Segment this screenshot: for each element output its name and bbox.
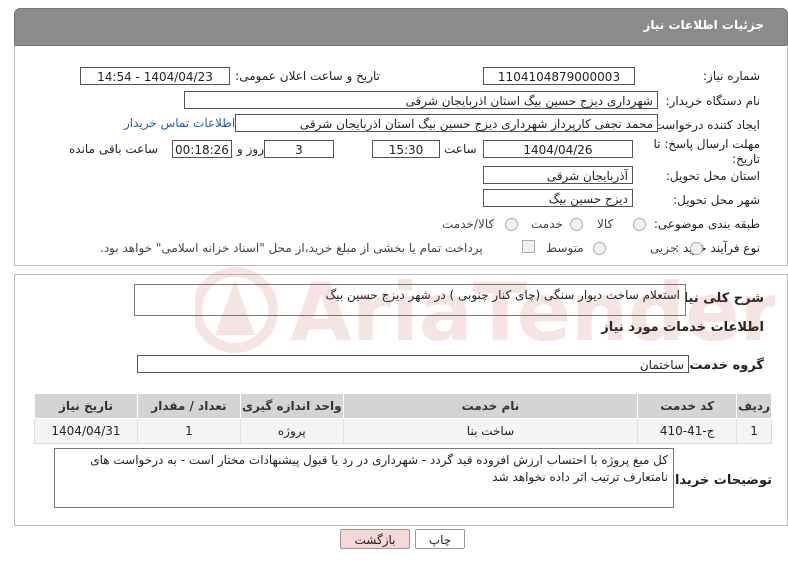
cell-row: 1	[736, 418, 772, 444]
creator-label: ایجاد کننده درخواست:	[649, 118, 760, 132]
col-name: نام خدمت	[342, 393, 639, 419]
cell-date: 1404/04/31	[34, 418, 138, 444]
deadline-date-field: 1404/04/26	[483, 140, 633, 158]
days-field: 3	[264, 140, 334, 158]
cell-unit: پروژه	[239, 418, 344, 444]
process-option-minor: جزیی	[650, 241, 678, 255]
buyer-field: شهرداری دیزج حسین بیگ استان اذربایجان شر…	[184, 91, 658, 109]
col-quantity: تعداد / مقدار	[137, 393, 241, 419]
process-radio-medium[interactable]	[593, 242, 606, 255]
province-label: استان محل تحویل:	[665, 169, 760, 183]
back-button[interactable]: بازگشت	[340, 529, 410, 549]
announce-label: تاریخ و ساعت اعلان عمومی:	[235, 69, 380, 83]
buyer-notes-label: توضیحات خریدار:	[662, 473, 772, 488]
city-field: دیزج حسین بیگ	[483, 189, 633, 207]
creator-field: محمد نجفی کارپرداز شهرداری دیزج حسین بیگ…	[235, 114, 658, 132]
buyer-label: نام دستگاه خریدار:	[665, 94, 761, 108]
cell-quantity: 1	[137, 418, 241, 444]
cell-name: ساخت بنا	[342, 418, 639, 444]
service-group-label: گروه خدمت:	[684, 358, 764, 373]
category-radio-goods[interactable]	[633, 218, 646, 231]
col-date: تاریخ نیاز	[34, 393, 138, 419]
days-label: روز و	[237, 142, 264, 156]
category-label: طبقه بندی موضوعی:	[653, 217, 760, 231]
process-label: نوع فرآیند خرید :	[675, 241, 760, 255]
buyer-notes-textarea[interactable]: کل مبغ پروژه با احتساب ارزش افزوده قید گ…	[54, 448, 674, 508]
col-unit: واحد اندازه گیری	[239, 393, 344, 419]
description-textarea[interactable]: استعلام ساخت دیوار سنگی (چای کنار چنوبی …	[134, 284, 686, 316]
announce-field: 1404/04/23 - 14:54	[80, 67, 230, 85]
treasury-checkbox[interactable]	[522, 240, 535, 253]
services-section-title: اطلاعات خدمات مورد نیاز	[601, 320, 764, 335]
time-label: ساعت	[444, 142, 477, 156]
process-radio-minor[interactable]	[690, 242, 703, 255]
contact-link[interactable]: اطلاعات تماس خریدار	[124, 116, 235, 130]
remaining-label: ساعت باقی مانده	[69, 142, 159, 156]
category-option-both: کالا/خدمت	[442, 217, 495, 231]
payment-note: پرداخت تمام یا بخشی از مبلغ خرید،از محل …	[100, 241, 483, 255]
need-number-field: 1104104879000003	[483, 67, 635, 85]
need-number-label: شماره نیاز:	[703, 69, 760, 83]
service-group-field: ساختمان	[137, 355, 689, 373]
category-radio-service[interactable]	[570, 218, 583, 231]
col-row: ردیف	[736, 393, 772, 419]
city-label: شهر محل تحویل:	[673, 193, 760, 207]
category-option-service: خدمت	[531, 217, 563, 231]
remaining-field: 00:18:26	[172, 140, 232, 158]
category-radio-both[interactable]	[505, 218, 518, 231]
print-button[interactable]: چاپ	[415, 529, 465, 549]
category-option-goods: کالا	[597, 217, 614, 231]
page-title: جزئیات اطلاعات نیاز	[643, 18, 764, 32]
col-code: کد خدمت	[637, 393, 738, 419]
deadline-label: مهلت ارسال پاسخ: تا تاریخ:	[653, 137, 760, 166]
province-field: آذربایجان شرقی	[483, 166, 633, 184]
cell-code: ج-41-410	[637, 418, 738, 444]
table-row: 1 ج-41-410 ساخت بنا پروژه 1 1404/04/31	[34, 418, 772, 444]
services-table: ردیف کد خدمت نام خدمت واحد اندازه گیری ت…	[34, 393, 772, 444]
process-option-medium: متوسط	[546, 241, 584, 255]
table-header-row: ردیف کد خدمت نام خدمت واحد اندازه گیری ت…	[34, 393, 772, 419]
deadline-time-field: 15:30	[372, 140, 440, 158]
